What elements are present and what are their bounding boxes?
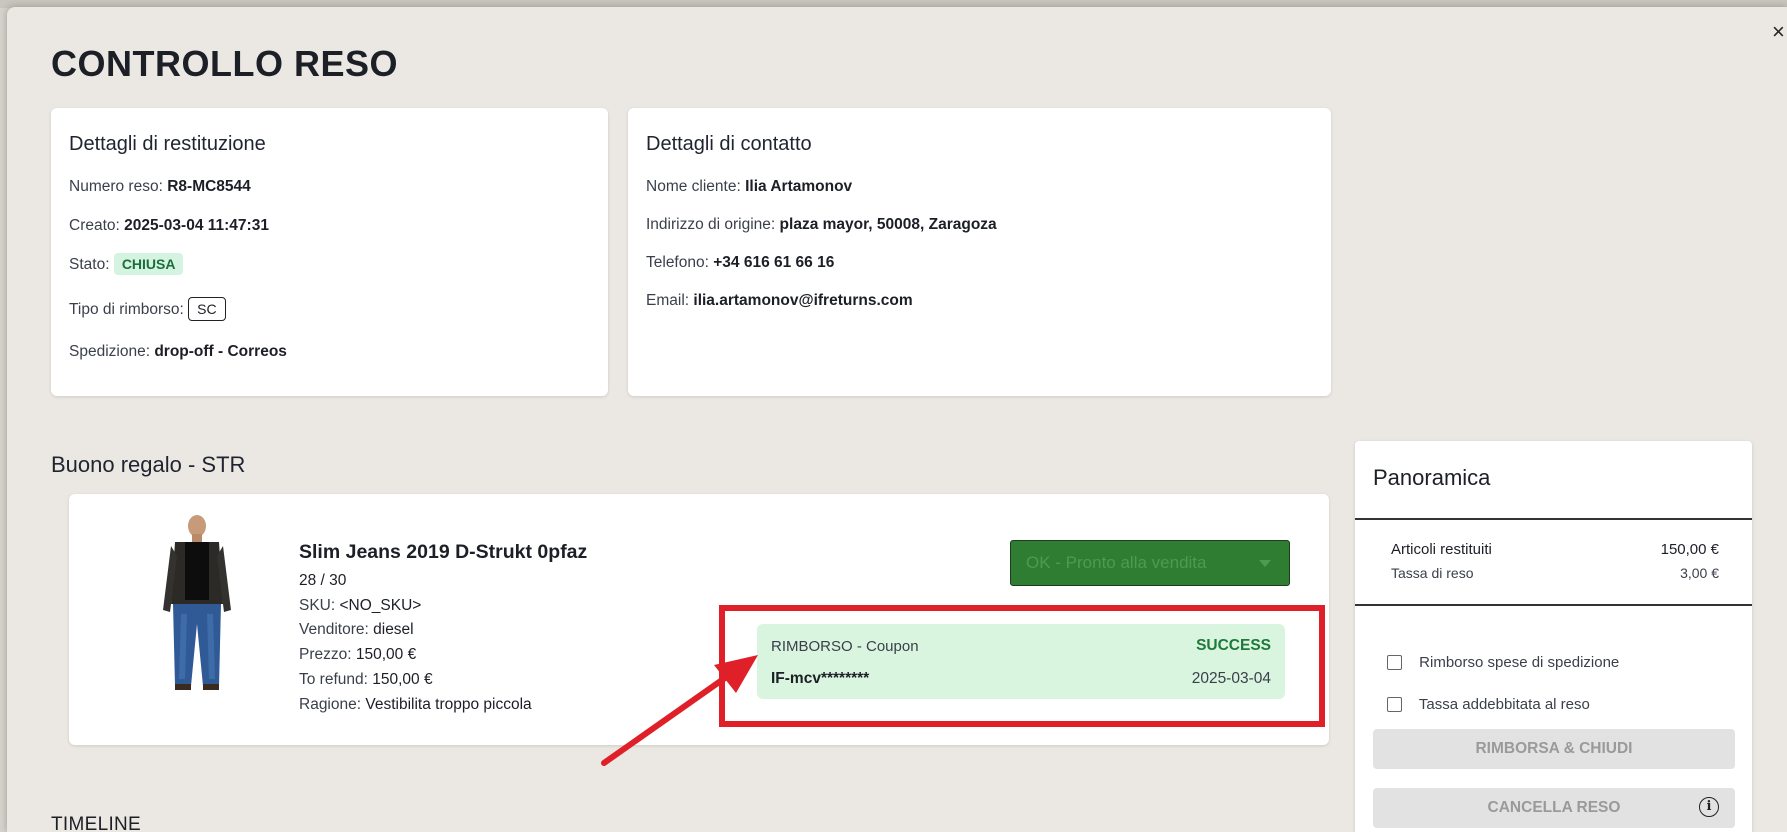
chevron-down-icon [1259,560,1271,567]
customer-name-row: Nome cliente: Ilia Artamonov [646,178,852,196]
refund-type-badge: SC [188,297,226,321]
overview-divider-top [1355,518,1752,520]
return-fee-row: Tassa di reso 3,00 € [1391,565,1719,581]
product-sku-row: SKU: <NO_SKU> [299,597,421,615]
phone-row: Telefono: +34 616 61 66 16 [646,254,834,272]
status-label: Stato: [69,256,110,273]
status-row: Stato: CHIUSA [69,253,184,275]
origin-address-label: Indirizzo di origine: [646,216,776,233]
refund-type: RIMBORSO - Coupon [771,638,919,655]
return-number-label: Numero reso: [69,178,163,195]
product-seller-row: Venditore: diesel [299,621,414,639]
fee-charged-label: Tassa addebbitata al reso [1418,696,1590,713]
shipping-row: Spedizione: drop-off - Correos [69,343,287,361]
return-fee-value: 3,00 € [1680,565,1719,581]
return-number-value: R8-MC8544 [167,178,251,195]
fee-charged-checkbox[interactable] [1387,697,1402,712]
contact-details-card: Dettagli di contatto Nome cliente: Ilia … [628,108,1331,396]
product-to-refund-value: 150,00 € [372,671,433,688]
product-name: Slim Jeans 2019 D-Strukt 0pfaz [299,541,588,563]
product-price-value: 150,00 € [355,646,417,663]
shipping-label: Spedizione: [69,343,151,360]
product-to-refund-row: To refund: 150,00 € [299,671,433,689]
fee-charged-checkbox-row[interactable]: Tassa addebbitata al reso [1387,696,1590,713]
product-size-value: 28 / 30 [299,572,347,589]
shipping-value: drop-off - Correos [154,343,287,360]
product-sku-value: <NO_SKU> [339,597,422,614]
email-row: Email: ilia.artamonov@ifreturns.com [646,292,913,310]
contact-details-heading: Dettagli di contatto [646,133,812,155]
created-row: Creato: 2025-03-04 11:47:31 [69,217,269,235]
product-sku-label: SKU: [299,597,336,614]
overview-divider-bottom [1355,604,1752,606]
refund-type-label: Tipo di rimborso: [69,301,184,318]
product-reason-value: Vestibilita troppo piccola [365,696,532,713]
phone-label: Telefono: [646,254,709,271]
timeline-title: TIMELINE [51,814,142,832]
return-details-card: Dettagli di restituzione Numero reso: R8… [51,108,608,396]
page-title: CONTROLLO RESO [51,43,398,84]
origin-address-value: plaza mayor, 50008, Zaragoza [779,216,997,233]
created-value: 2025-03-04 11:47:31 [124,217,269,234]
gift-section-title: Buono regalo - STR [51,452,246,477]
product-price-label: Prezzo: [299,646,352,663]
item-condition-value: OK - Pronto alla vendita [1026,553,1207,572]
product-seller-value: diesel [373,621,414,638]
product-to-refund-label: To refund: [299,671,368,688]
origin-address-row: Indirizzo di origine: plaza mayor, 50008… [646,216,997,234]
return-fee-label: Tassa di reso [1391,565,1474,581]
product-reason-row: Ragione: Vestibilita troppo piccola [299,696,532,714]
refund-date: 2025-03-04 [1191,670,1271,687]
overview-title: Panoramica [1373,465,1491,490]
product-seller-label: Venditore: [299,621,369,638]
returned-items-row: Articoli restituiti 150,00 € [1391,541,1719,558]
item-condition-select[interactable]: OK - Pronto alla vendita [1010,540,1290,586]
cancel-return-label: CANCELLA RESO [1487,799,1621,816]
shipping-refund-checkbox-row[interactable]: Rimborso spese di spedizione [1387,654,1619,671]
customer-name-label: Nome cliente: [646,178,741,195]
product-size: 28 / 30 [299,572,346,590]
product-reason-label: Ragione: [299,696,362,713]
returned-items-label: Articoli restituiti [1391,541,1492,558]
email-label: Email: [646,292,690,309]
refund-coupon-code: IF-mcv******** [771,670,870,687]
overview-panel: Panoramica Articoli restituiti 150,00 € … [1355,441,1752,832]
returned-items-value: 150,00 € [1660,541,1719,558]
info-icon[interactable]: i [1699,797,1719,817]
refund-status: SUCCESS [1196,637,1271,654]
product-image [163,515,231,690]
status-badge: CHIUSA [113,253,184,275]
close-icon[interactable]: × [1772,21,1785,43]
product-price-row: Prezzo: 150,00 € [299,646,416,664]
refund-type-row: Tipo di rimborso: SC [69,297,226,321]
return-number-row: Numero reso: R8-MC8544 [69,178,251,196]
created-label: Creato: [69,217,120,234]
annotation-arrow-icon [601,655,758,766]
phone-value: +34 616 61 66 16 [713,254,835,271]
email-value: ilia.artamonov@ifreturns.com [693,292,913,309]
cancel-return-button[interactable]: CANCELLA RESO i [1373,788,1735,828]
shipping-refund-checkbox[interactable] [1387,655,1402,670]
shipping-refund-label: Rimborso spese di spedizione [1419,654,1620,671]
return-details-heading: Dettagli di restituzione [69,133,266,155]
refund-close-button[interactable]: RIMBORSA & CHIUDI [1373,729,1735,769]
customer-name-value: Ilia Artamonov [745,178,853,195]
return-check-modal: × CONTROLLO RESO Dettagli di restituzion… [7,7,1787,832]
refund-status-box: RIMBORSO - Coupon SUCCESS IF-mcv********… [757,624,1285,699]
